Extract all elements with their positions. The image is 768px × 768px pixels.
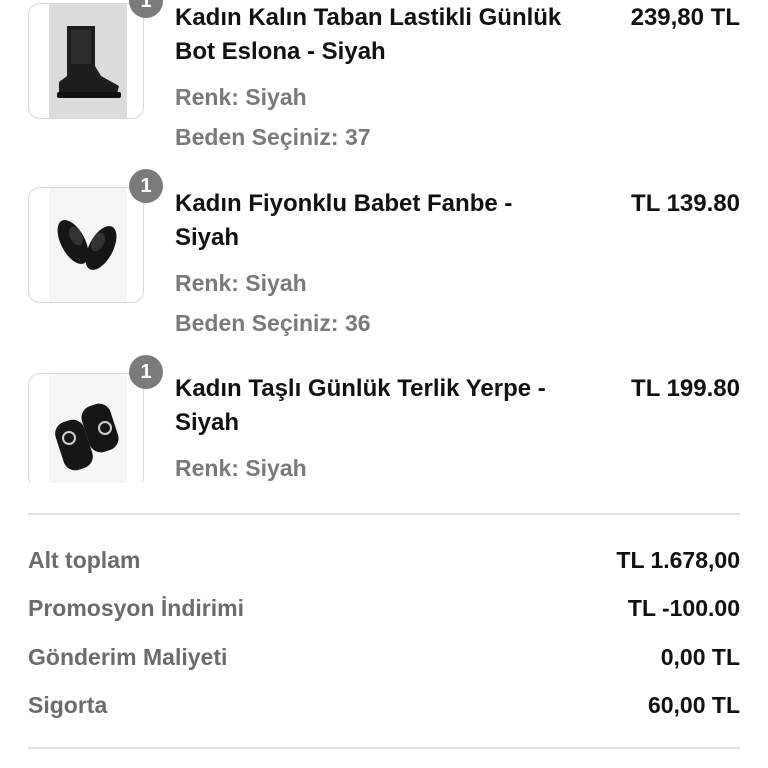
product-title[interactable]: Kadın Taşlı Günlük Terlik Yerpe - Siyah: [175, 372, 595, 440]
subtotal-row: Alt toplam TL 1.678,00: [28, 543, 740, 577]
product-title-line: Bot Eslona - Siyah: [175, 38, 386, 65]
product-title[interactable]: Kadın Fiyonklu Babet Fanbe - Siyah: [175, 187, 595, 255]
quantity-badge: 1: [129, 169, 163, 203]
ankle-boot-icon: [49, 4, 127, 118]
product-title-line: Kadın Fiyonklu Babet Fanbe -: [175, 190, 513, 217]
product-color: Renk: Siyah: [175, 270, 307, 296]
insurance-row: Sigorta 60,00 TL: [28, 688, 740, 722]
shipping-cost-label: Gönderim Maliyeti: [28, 644, 228, 670]
cart-summary-screen: 1 Kadın Kalın Taban Lastikli Günlük Bot …: [0, 0, 768, 768]
shipping-cost-row: Gönderim Maliyeti 0,00 TL: [28, 640, 740, 674]
product-title[interactable]: Kadın Kalın Taban Lastikli Günlük Bot Es…: [175, 1, 595, 69]
summary-divider-top: [28, 513, 740, 515]
insurance-label: Sigorta: [28, 692, 108, 718]
product-thumbnail[interactable]: [28, 373, 144, 483]
cart-item-list[interactable]: 1 Kadın Kalın Taban Lastikli Günlük Bot …: [0, 0, 768, 483]
product-color: Renk: Siyah: [175, 455, 307, 481]
product-size[interactable]: Beden Seçiniz: 37: [175, 122, 371, 152]
product-price: TL 199.80: [631, 375, 740, 402]
ballet-flats-icon: [49, 188, 127, 302]
product-thumbnail[interactable]: [28, 3, 144, 119]
product-color: Renk: Siyah: [175, 84, 307, 110]
product-price: TL 139.80: [631, 190, 740, 217]
subtotal-value: TL 1.678,00: [616, 547, 740, 573]
slide-sandals-icon: [49, 374, 127, 483]
insurance-value: 60,00 TL: [647, 692, 740, 718]
subtotal-label: Alt toplam: [28, 547, 141, 573]
product-size[interactable]: Beden Seçiniz: 36: [175, 308, 371, 338]
summary-divider-bottom: [28, 747, 740, 749]
product-title-line: Siyah: [175, 224, 240, 251]
promotion-discount-label: Promosyon İndirimi: [28, 595, 244, 621]
product-title-line: Kadın Kalın Taban Lastikli Günlük: [175, 4, 562, 31]
product-title-line: Kadın Taşlı Günlük Terlik Yerpe -: [175, 375, 546, 402]
quantity-badge: 1: [129, 355, 163, 389]
product-thumbnail[interactable]: [28, 187, 144, 303]
product-price: 239,80 TL: [630, 4, 740, 31]
promotion-discount-row: Promosyon İndirimi TL -100.00: [28, 591, 740, 625]
promotion-discount-value: TL -100.00: [627, 595, 740, 621]
product-title-line: Siyah: [175, 409, 240, 436]
shipping-cost-value: 0,00 TL: [660, 644, 740, 670]
